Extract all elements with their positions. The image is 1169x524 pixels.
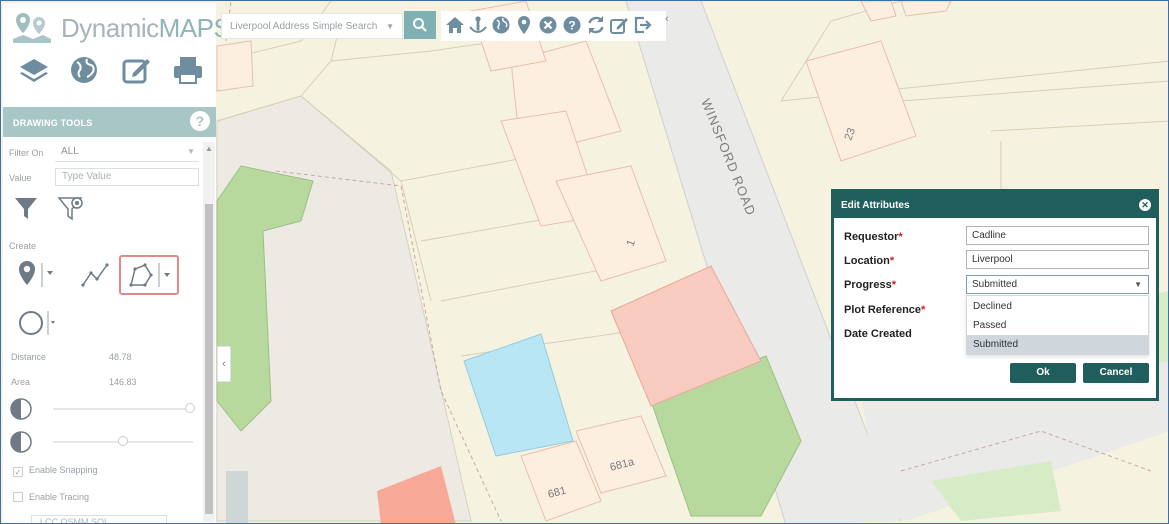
edit-icon[interactable] <box>119 53 153 87</box>
cancel-button[interactable]: Cancel <box>1083 363 1149 383</box>
filter-icon[interactable] <box>13 195 39 221</box>
close-icon[interactable]: ✕ <box>1139 199 1151 211</box>
requestor-label: Requestor* <box>844 231 903 243</box>
location-pin-icon[interactable] <box>514 15 534 35</box>
scrollbar-thumb[interactable] <box>205 204 213 514</box>
chevron-down-icon: ▼ <box>386 22 394 31</box>
fill-slider-row <box>9 430 199 454</box>
draw-point-icon[interactable] <box>15 257 55 293</box>
draw-line-icon[interactable] <box>77 257 117 293</box>
filter-on-label: Filter On <box>9 148 44 158</box>
distance-value: 48.78 <box>109 352 132 362</box>
map-toolbar: ? <box>441 11 666 41</box>
value-input[interactable]: Type Value <box>55 168 199 186</box>
progress-label: Progress* <box>844 279 896 291</box>
globe-icon[interactable] <box>67 53 101 87</box>
panel-scrollbar[interactable]: ▲ <box>203 142 215 522</box>
clear-circle-icon[interactable] <box>538 15 558 35</box>
refresh-icon[interactable] <box>586 15 606 35</box>
app-logo: DynamicMAPS <box>3 3 231 51</box>
search-icon <box>413 18 427 32</box>
layers-icon[interactable] <box>17 53 51 87</box>
contrast-icon <box>10 431 32 453</box>
edit-icon[interactable] <box>609 15 629 35</box>
filter-on-value: ALL <box>61 146 79 157</box>
location-label: Location* <box>844 255 895 267</box>
draw-circle-icon[interactable] <box>15 305 55 341</box>
logout-icon[interactable] <box>633 15 653 35</box>
tracing-option[interactable]: Enable Tracing <box>13 492 89 502</box>
address-search-input[interactable]: Liverpool Address Simple Search ▼ <box>221 13 403 39</box>
logo-text-dynamic: Dynamic <box>61 13 159 43</box>
globe-icon[interactable] <box>491 15 511 35</box>
location-field[interactable]: Liverpool <box>966 250 1149 269</box>
ok-button[interactable]: Ok <box>1010 363 1076 383</box>
snapping-option[interactable]: ✓ Enable Snapping <box>13 465 98 477</box>
search-button[interactable] <box>404 11 436 39</box>
collapse-panel-button[interactable]: ‹ <box>217 346 231 382</box>
draw-polygon-button[interactable] <box>119 255 179 295</box>
anchor-person-icon[interactable] <box>468 15 488 35</box>
map-logo-icon <box>13 13 51 43</box>
tracing-label: Enable Tracing <box>29 492 90 502</box>
fill-slider-handle[interactable] <box>118 436 128 446</box>
progress-select[interactable]: Submitted ▼ <box>966 275 1149 294</box>
option-declined[interactable]: Declined <box>967 297 1148 316</box>
main-tools-row <box>3 53 216 93</box>
drawing-tools-header: DRAWING TOOLS ? <box>3 107 216 137</box>
search-placeholder: Liverpool Address Simple Search <box>230 21 378 32</box>
draw-polygon-icon <box>129 263 170 287</box>
option-passed[interactable]: Passed <box>967 316 1148 335</box>
requestor-field[interactable]: Cadline <box>966 226 1149 245</box>
chevron-down-icon: ▼ <box>1134 280 1142 289</box>
layer-select[interactable]: LCC OSMM SOL <box>31 515 167 523</box>
opacity-slider-handle[interactable] <box>185 403 196 413</box>
area-value: 146.83 <box>109 377 137 387</box>
logo-wordmark: DynamicMAPS <box>61 13 231 44</box>
create-label: Create <box>9 241 37 251</box>
home-icon[interactable] <box>445 15 465 35</box>
left-panel: DynamicMAPS DRAWING TOOLS ? Filter On AL… <box>3 3 231 523</box>
dialog-title-bar: Edit Attributes ✕ <box>834 192 1156 218</box>
opacity-slider[interactable] <box>53 408 193 410</box>
distance-label: Distance <box>11 352 47 362</box>
collapse-toolbar-icon[interactable]: ‹ <box>665 13 669 25</box>
plot-reference-label: Plot Reference* <box>844 304 926 316</box>
print-icon[interactable] <box>171 53 205 87</box>
clear-filter-icon[interactable] <box>57 195 83 221</box>
chevron-down-icon: ▼ <box>187 147 195 156</box>
filter-on-select[interactable]: ALL ▼ <box>55 144 199 162</box>
dialog-title: Edit Attributes <box>841 200 910 211</box>
help-icon[interactable]: ? <box>190 111 210 131</box>
svg-text:?: ? <box>568 19 575 33</box>
value-label: Value <box>9 173 32 183</box>
opacity-slider-row <box>9 397 199 421</box>
progress-options-list: Declined Passed Submitted <box>966 295 1149 355</box>
snapping-checkbox[interactable]: ✓ <box>13 467 23 477</box>
logo-text-maps: MAPS <box>158 13 231 43</box>
option-submitted[interactable]: Submitted <box>967 335 1148 354</box>
snapping-label: Enable Snapping <box>29 465 98 475</box>
app-frame: WINSFORD ROAD 23 1 681 681a DynamicMAPS <box>0 0 1169 524</box>
area-label: Area <box>11 377 31 387</box>
drawing-tools-title: DRAWING TOOLS <box>13 118 93 128</box>
tracing-checkbox[interactable] <box>13 492 23 502</box>
contrast-icon <box>10 398 32 420</box>
scroll-up-icon[interactable]: ▲ <box>205 144 213 153</box>
progress-value: Submitted <box>972 279 1018 290</box>
help-circle-icon[interactable]: ? <box>562 15 582 35</box>
date-created-label: Date Created <box>844 328 912 340</box>
edit-attributes-dialog: Edit Attributes ✕ Requestor* Cadline Loc… <box>831 189 1159 401</box>
